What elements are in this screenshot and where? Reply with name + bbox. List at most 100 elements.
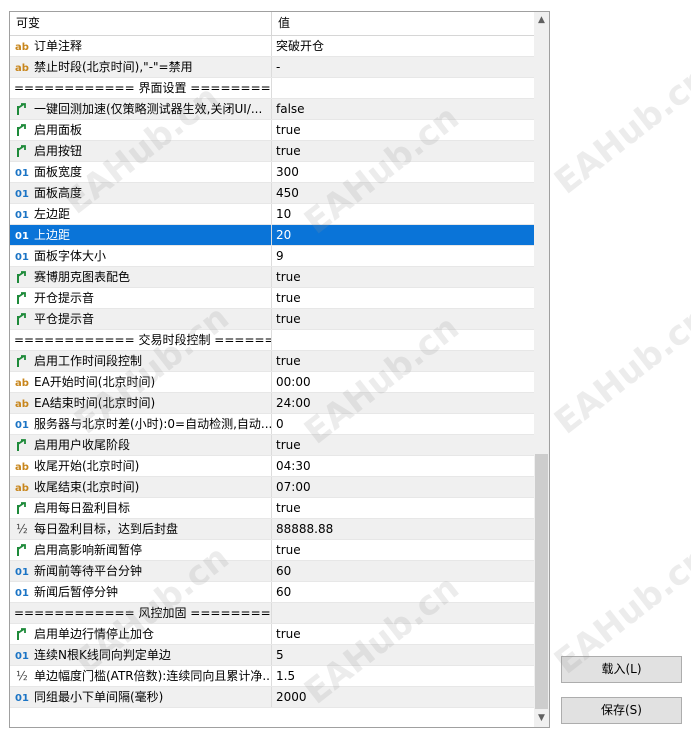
bool-param-icon bbox=[14, 122, 30, 140]
parameter-label: 启用面板 bbox=[34, 123, 83, 137]
parameter-value[interactable]: 10 bbox=[272, 204, 534, 224]
parameter-row[interactable]: 开仓提示音 true bbox=[10, 288, 534, 309]
parameter-label: 赛博朋克图表配色 bbox=[34, 270, 131, 284]
string-param-icon: ab bbox=[15, 42, 29, 53]
integer-param-icon: 01 bbox=[15, 189, 29, 200]
parameter-row[interactable]: ½ 单边幅度门槛(ATR倍数):连续同向且累计净... 1.5 bbox=[10, 666, 534, 687]
parameter-row[interactable]: 01 左边距 10 bbox=[10, 204, 534, 225]
parameter-value[interactable]: true bbox=[272, 120, 534, 140]
parameter-row[interactable]: ab 订单注释 突破开仓 bbox=[10, 36, 534, 57]
parameter-row[interactable]: 01 面板宽度 300 bbox=[10, 162, 534, 183]
parameter-label: 单边幅度门槛(ATR倍数):连续同向且累计净... bbox=[34, 669, 272, 683]
parameter-value[interactable]: 00:00 bbox=[272, 372, 534, 392]
parameter-name: ab 收尾开始(北京时间) bbox=[10, 456, 272, 476]
parameter-value[interactable]: 450 bbox=[272, 183, 534, 203]
section-separator-row[interactable]: ============ 界面设置 ============ bbox=[10, 78, 534, 99]
parameter-row[interactable]: 01 面板高度 450 bbox=[10, 183, 534, 204]
parameter-name: ½ 每日盈利目标，达到后封盘 bbox=[10, 519, 272, 539]
parameter-value[interactable]: 300 bbox=[272, 162, 534, 182]
parameter-row[interactable]: 启用按钮 true bbox=[10, 141, 534, 162]
parameter-name: 01 上边距 bbox=[10, 225, 272, 245]
bool-param-icon bbox=[14, 353, 30, 371]
parameter-value[interactable]: 60 bbox=[272, 582, 534, 602]
scrollbar-thumb[interactable] bbox=[535, 454, 548, 709]
parameter-row[interactable]: 01 连续N根K线同向判定单边 5 bbox=[10, 645, 534, 666]
parameter-value[interactable] bbox=[272, 78, 534, 98]
parameter-value[interactable]: true bbox=[272, 288, 534, 308]
parameter-row[interactable]: 启用工作时间段控制 true bbox=[10, 351, 534, 372]
parameter-row[interactable]: 启用面板 true bbox=[10, 120, 534, 141]
parameter-row[interactable]: 启用单边行情停止加仓 true bbox=[10, 624, 534, 645]
parameter-row[interactable]: ab 收尾开始(北京时间) 04:30 bbox=[10, 456, 534, 477]
parameter-value[interactable]: 04:30 bbox=[272, 456, 534, 476]
parameter-row[interactable]: 启用用户收尾阶段 true bbox=[10, 435, 534, 456]
parameter-name: 一键回测加速(仅策略测试器生效,关闭UI/... bbox=[10, 99, 272, 119]
column-header-value[interactable]: 值 bbox=[272, 12, 534, 35]
parameter-value[interactable]: true bbox=[272, 351, 534, 371]
parameter-value[interactable]: - bbox=[272, 57, 534, 77]
parameter-value[interactable]: 9 bbox=[272, 246, 534, 266]
parameter-row[interactable]: 01 新闻后暂停分钟 60 bbox=[10, 582, 534, 603]
parameter-value[interactable]: true bbox=[272, 267, 534, 287]
column-header-variable[interactable]: 可变 bbox=[10, 12, 272, 35]
parameter-label: 左边距 bbox=[34, 207, 71, 221]
parameter-value[interactable]: 1.5 bbox=[272, 666, 534, 686]
parameter-row[interactable]: ½ 每日盈利目标，达到后封盘 88888.88 bbox=[10, 519, 534, 540]
parameter-value[interactable]: 2000 bbox=[272, 687, 534, 707]
parameter-row[interactable]: ab EA结束时间(北京时间) 24:00 bbox=[10, 393, 534, 414]
parameter-value[interactable] bbox=[272, 330, 534, 350]
bool-param-icon bbox=[14, 500, 30, 518]
section-separator-row[interactable]: ============ 交易时段控制 ========... bbox=[10, 330, 534, 351]
parameter-value[interactable]: true bbox=[272, 309, 534, 329]
parameter-label: 同组最小下单间隔(毫秒) bbox=[34, 690, 164, 704]
parameter-value[interactable]: 88888.88 bbox=[272, 519, 534, 539]
parameter-name: 开仓提示音 bbox=[10, 288, 272, 308]
vertical-scrollbar[interactable]: ▲ ▼ bbox=[534, 12, 549, 727]
save-button[interactable]: 保存(S) bbox=[561, 697, 682, 724]
parameter-name: 启用面板 bbox=[10, 120, 272, 140]
parameter-name: 启用工作时间段控制 bbox=[10, 351, 272, 371]
parameter-value[interactable]: true bbox=[272, 540, 534, 560]
parameter-row[interactable]: 一键回测加速(仅策略测试器生效,关闭UI/... false bbox=[10, 99, 534, 120]
parameter-row[interactable]: 01 面板字体大小 9 bbox=[10, 246, 534, 267]
scroll-up-icon[interactable]: ▲ bbox=[534, 12, 549, 29]
parameter-row[interactable]: 01 上边距 20 bbox=[10, 225, 534, 246]
bool-param-icon bbox=[14, 143, 30, 161]
string-param-icon: ab bbox=[15, 483, 29, 494]
parameter-row[interactable]: 01 服务器与北京时差(小时):0=自动检测,自动... 0 bbox=[10, 414, 534, 435]
parameter-row[interactable]: ab 禁止时段(北京时间),"-"=禁用 - bbox=[10, 57, 534, 78]
parameter-value[interactable]: true bbox=[272, 624, 534, 644]
parameter-name: 赛博朋克图表配色 bbox=[10, 267, 272, 287]
load-button[interactable]: 载入(L) bbox=[561, 656, 682, 683]
parameter-value[interactable]: false bbox=[272, 99, 534, 119]
parameter-value[interactable]: 07:00 bbox=[272, 477, 534, 497]
parameter-value[interactable]: 24:00 bbox=[272, 393, 534, 413]
parameter-value[interactable]: 60 bbox=[272, 561, 534, 581]
parameter-label: 面板宽度 bbox=[34, 165, 83, 179]
section-separator-row[interactable]: ============ 风控加固 ============ bbox=[10, 603, 534, 624]
parameter-value[interactable] bbox=[272, 603, 534, 623]
parameter-label: 启用高影响新闻暂停 bbox=[34, 543, 143, 557]
parameter-row[interactable]: 启用高影响新闻暂停 true bbox=[10, 540, 534, 561]
parameter-label: ============ 风控加固 ============ bbox=[14, 606, 271, 620]
parameter-row[interactable]: 01 新闻前等待平台分钟 60 bbox=[10, 561, 534, 582]
parameter-value[interactable]: 突破开仓 bbox=[272, 36, 534, 56]
integer-param-icon: 01 bbox=[15, 588, 29, 599]
parameter-name: ab 禁止时段(北京时间),"-"=禁用 bbox=[10, 57, 272, 77]
parameter-row[interactable]: 平仓提示音 true bbox=[10, 309, 534, 330]
bool-param-icon bbox=[14, 311, 30, 329]
parameter-value[interactable]: 5 bbox=[272, 645, 534, 665]
parameter-value[interactable]: 20 bbox=[272, 225, 534, 245]
parameter-row[interactable]: 启用每日盈利目标 true bbox=[10, 498, 534, 519]
parameters-grid: 可变 值 ab 订单注释 突破开仓 ab 禁止时段(北京时间),"-"=禁用 - =====… bbox=[9, 11, 550, 728]
parameter-row[interactable]: 01 同组最小下单间隔(毫秒) 2000 bbox=[10, 687, 534, 708]
scroll-down-icon[interactable]: ▼ bbox=[534, 710, 549, 727]
parameter-value[interactable]: true bbox=[272, 435, 534, 455]
parameter-value[interactable]: true bbox=[272, 498, 534, 518]
parameter-row[interactable]: 赛博朋克图表配色 true bbox=[10, 267, 534, 288]
parameter-value[interactable]: 0 bbox=[272, 414, 534, 434]
parameter-row[interactable]: ab 收尾结束(北京时间) 07:00 bbox=[10, 477, 534, 498]
parameter-row[interactable]: ab EA开始时间(北京时间) 00:00 bbox=[10, 372, 534, 393]
parameter-label: 新闻前等待平台分钟 bbox=[34, 564, 143, 578]
parameter-value[interactable]: true bbox=[272, 141, 534, 161]
